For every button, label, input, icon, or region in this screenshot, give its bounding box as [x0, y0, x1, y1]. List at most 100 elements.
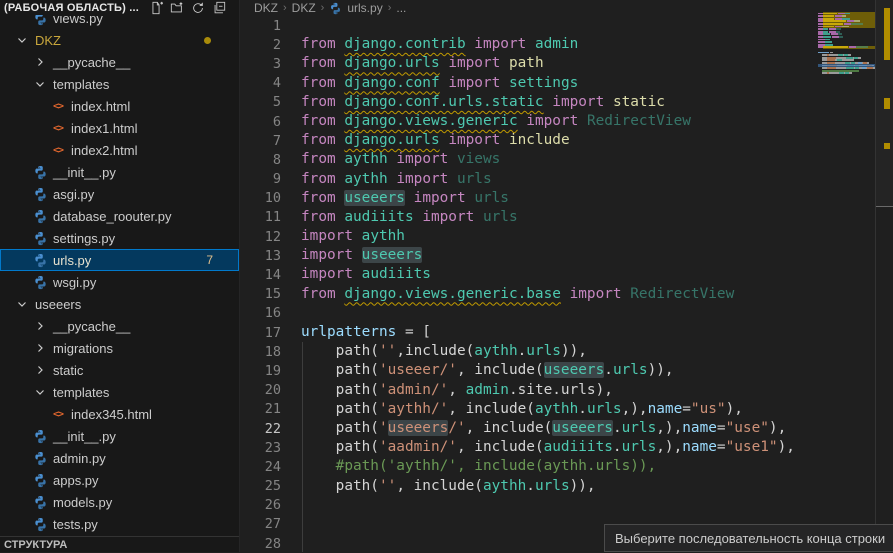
code-line-9[interactable]: 9from aythh import urls [241, 170, 816, 189]
tree-item-label: asgi.py [53, 187, 94, 202]
code-line-3[interactable]: 3from django.urls import path [241, 54, 816, 73]
tree-file-tests-py[interactable]: tests.py [0, 513, 239, 535]
python-file-icon [32, 472, 48, 488]
code-line-18[interactable]: 18 path('',include(aythh.urls)), [241, 342, 816, 361]
code-line-15[interactable]: 15from django.views.generic.base import … [241, 285, 816, 304]
tree-file-settings-py[interactable]: settings.py [0, 227, 239, 249]
problems-count-badge: 7 [206, 253, 213, 267]
code-line-5[interactable]: 5from django.conf.urls.static import sta… [241, 93, 816, 112]
code-line-2[interactable]: 2 from django.contrib import admin [241, 35, 816, 54]
code-line-11[interactable]: 11from audiiits import urls [241, 208, 816, 227]
tree-folder-dkz[interactable]: DKZ [0, 29, 239, 51]
breadcrumb-item[interactable]: urls.py [347, 1, 382, 15]
tree-file-urls-py[interactable]: urls.py7 [0, 249, 239, 271]
python-file-icon [32, 516, 48, 532]
code-text: urlpatterns = [ [301, 323, 431, 342]
outline-section-header[interactable]: СТРУКТУРА [0, 536, 239, 552]
code-line-23[interactable]: 23 path('aadmin/', include(audiiits.urls… [241, 438, 816, 457]
tree-folder-static[interactable]: static [0, 359, 239, 381]
tree-folder-useeers[interactable]: useeers [0, 293, 239, 315]
code-line-21[interactable]: 21 path('aythh/', include(aythh.urls,),n… [241, 400, 816, 419]
warning-mark [884, 8, 890, 60]
code-line-16[interactable]: 16 [241, 304, 816, 323]
warning-mark [884, 98, 890, 109]
tree-file-index345-html[interactable]: <>index345.html [0, 403, 239, 425]
code-line-12[interactable]: 12import aythh [241, 227, 816, 246]
breadcrumb-separator: › [321, 2, 325, 14]
tree-file-database-roouter-py[interactable]: database_roouter.py [0, 205, 239, 227]
tree-file-index1-html[interactable]: <>index1.html [0, 117, 239, 139]
tree-folder--pycache-[interactable]: __pycache__ [0, 51, 239, 73]
tree-file--init-py[interactable]: __init__.py [0, 425, 239, 447]
editor-pane: DKZ›DKZ› urls.py›... 12from django.contr… [241, 0, 893, 552]
new-file-icon[interactable] [149, 1, 163, 15]
explorer-section-header[interactable]: (РАБОЧАЯ ОБЛАСТЬ) ... [0, 0, 239, 15]
tooltip-text: Выберите последовательность конца строки [615, 531, 885, 546]
code-line-17[interactable]: 17urlpatterns = [ [241, 323, 816, 342]
python-file-icon [32, 208, 48, 224]
code-text: import audiiits [301, 265, 431, 284]
code-line-10[interactable]: 10from useeers import urls [241, 189, 816, 208]
python-file-icon [329, 2, 342, 15]
tree-item-label: index2.html [71, 143, 137, 158]
html-file-icon: <> [50, 120, 66, 136]
tree-file-wsgi-py[interactable]: wsgi.py [0, 271, 239, 293]
tree-item-label: templates [53, 385, 109, 400]
code-text: path('aythh/', include(aythh.urls,),name… [301, 400, 743, 419]
tree-file-asgi-py[interactable]: asgi.py [0, 183, 239, 205]
tree-item-label: index345.html [71, 407, 152, 422]
tree-folder-templates[interactable]: templates [0, 381, 239, 403]
line-number: 20 [241, 382, 281, 398]
line-number: 2 [241, 37, 281, 53]
tree-file-index2-html[interactable]: <>index2.html [0, 139, 239, 161]
code-line-24[interactable]: 24 #path('aythh/', include(aythh.urls)), [241, 457, 816, 476]
code-line-4[interactable]: 4 from django.conf import settings [241, 74, 816, 93]
file-tree: views.pyDKZ__pycache__templates<>index.h… [0, 7, 239, 535]
line-number: 4 [241, 75, 281, 91]
breadcrumb-item[interactable]: DKZ [292, 1, 316, 15]
code-line-8[interactable]: 8from aythh import views [241, 150, 816, 169]
line-number: 21 [241, 401, 281, 417]
python-file-icon [32, 494, 48, 510]
tree-item-label: wsgi.py [53, 275, 96, 290]
modified-dot [204, 37, 211, 44]
tree-file-admin-py[interactable]: admin.py [0, 447, 239, 469]
tree-item-label: settings.py [53, 231, 115, 246]
tree-folder-migrations[interactable]: migrations [0, 337, 239, 359]
code-line-19[interactable]: 19 path('useeer/', include(useeers.urls)… [241, 361, 816, 380]
warning-mark [884, 143, 890, 149]
code-line-25[interactable]: 25 path('', include(aythh.urls)), [241, 477, 816, 496]
breadcrumb-item[interactable]: ... [396, 1, 406, 15]
python-file-icon [32, 428, 48, 444]
tree-item-label: __pycache__ [53, 319, 130, 334]
tree-file-index-html[interactable]: <>index.html [0, 95, 239, 117]
line-number: 1 [241, 18, 281, 34]
tree-file-apps-py[interactable]: apps.py [0, 469, 239, 491]
minimap[interactable] [818, 0, 875, 552]
code-text: from django.conf import settings [301, 74, 578, 93]
line-number: 25 [241, 478, 281, 494]
tree-folder-templates[interactable]: templates [0, 73, 239, 95]
tree-item-label: models.py [53, 495, 112, 510]
new-folder-icon[interactable] [170, 1, 184, 15]
code-line-26[interactable]: 26 [241, 496, 816, 515]
code-text: from django.contrib import admin [301, 35, 578, 54]
code-line-14[interactable]: 14import audiiits [241, 265, 816, 284]
tree-folder--pycache-[interactable]: __pycache__ [0, 315, 239, 337]
tree-item-label: __pycache__ [53, 55, 130, 70]
code-text: from audiiits import urls [301, 208, 518, 227]
code-text: from django.urls import include [301, 131, 570, 150]
code-line-1[interactable]: 1 [241, 16, 816, 35]
breadcrumb-item[interactable]: DKZ [254, 1, 278, 15]
collapse-all-icon[interactable] [212, 1, 226, 15]
code-line-13[interactable]: 13import useeers [241, 246, 816, 265]
tree-file--init-py[interactable]: __init__.py [0, 161, 239, 183]
code-line-7[interactable]: 7from django.urls import include [241, 131, 816, 150]
code-area[interactable]: 1 2 from django.contrib import admin3from … [241, 16, 816, 553]
overview-ruler[interactable] [875, 0, 893, 552]
code-line-6[interactable]: 6from django.views.generic import Redire… [241, 112, 816, 131]
refresh-icon[interactable] [191, 1, 205, 15]
code-line-22[interactable]: 22 path('useeers/', include(useeers.urls… [241, 419, 816, 438]
tree-file-models-py[interactable]: models.py [0, 491, 239, 513]
code-line-20[interactable]: 20 path('admin/', admin.site.urls), [241, 381, 816, 400]
